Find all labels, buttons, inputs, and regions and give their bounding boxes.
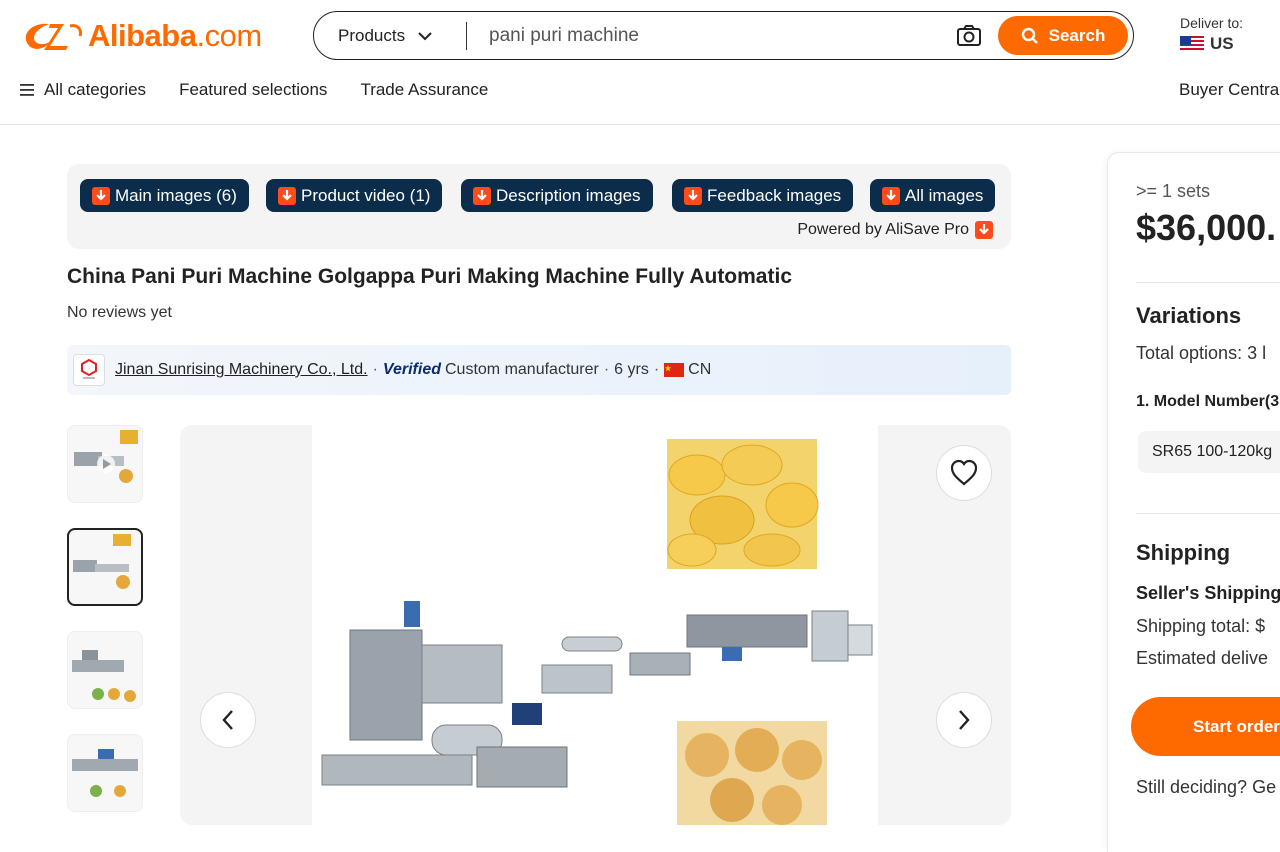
all-images-button[interactable]: All images: [870, 179, 996, 212]
feedback-images-button[interactable]: Feedback images: [672, 179, 854, 212]
main-images-button[interactable]: Main images (6): [80, 179, 249, 212]
search-category-label: Products: [338, 25, 406, 45]
product-price: $36,000.: [1136, 207, 1277, 248]
model-number-label: 1. Model Number(3: [1136, 393, 1280, 410]
download-icon: [882, 186, 900, 205]
us-flag-icon: [1180, 36, 1204, 52]
supplier-years: 6 yrs: [614, 361, 649, 378]
variation-option[interactable]: SR65 100-120kg: [1138, 431, 1280, 473]
logo-text: Alibaba.com: [88, 18, 262, 53]
chevron-down-icon: [418, 31, 432, 40]
supplier-logo[interactable]: [73, 354, 105, 386]
menu-icon: [20, 84, 34, 96]
download-icon: [684, 186, 702, 205]
deliver-to[interactable]: Deliver to: US: [1180, 15, 1243, 54]
min-order-quantity: >= 1 sets: [1136, 181, 1211, 201]
supplier-country: CN: [688, 361, 712, 378]
description-images-button[interactable]: Description images: [461, 179, 653, 212]
divider: [1136, 513, 1280, 514]
download-icon: [473, 186, 491, 205]
nav-buyer-central[interactable]: Buyer Central: [1179, 80, 1280, 100]
image-download-toolbar: Main images (6) Product video (1) Descri…: [67, 164, 1011, 249]
nav-all-categories[interactable]: All categories: [20, 80, 146, 100]
nav-featured-selections[interactable]: Featured selections: [179, 80, 327, 100]
separator-dot: ·: [653, 361, 660, 378]
alibaba-logo[interactable]: Alibaba.com: [20, 16, 262, 56]
deliver-label: Deliver to:: [1180, 15, 1244, 31]
search-icon: [1021, 27, 1038, 44]
favorite-button[interactable]: [936, 445, 992, 501]
chevron-right-icon: [959, 710, 970, 730]
thumbnail-video-preview: [74, 430, 138, 483]
main-product-image: [312, 425, 878, 825]
thumbnail-machine-image: [72, 650, 136, 702]
product-title: China Pani Puri Machine Golgappa Puri Ma…: [67, 265, 792, 288]
separator-dot: ·: [372, 361, 378, 378]
thumbnail-image-1[interactable]: [67, 425, 143, 503]
search-button-label: Search: [1048, 25, 1106, 45]
powered-by-alisave[interactable]: Powered by AliSave Pro: [797, 221, 993, 239]
shipping-title: Shipping: [1136, 540, 1231, 565]
total-options: Total options: 3 l: [1136, 343, 1267, 363]
thumbnail-machine-image: [73, 534, 131, 589]
thumbnail-machine-image: [72, 749, 138, 797]
deliver-country: US: [1180, 34, 1243, 54]
thumbnail-image-2[interactable]: [67, 528, 143, 606]
sellers-shipping: Seller's Shipping: [1136, 583, 1280, 603]
site-header: Alibaba.com Products Search Deliver to:: [0, 0, 1280, 125]
alisave-download-icon: [975, 221, 993, 239]
main-product-gallery[interactable]: [180, 425, 1011, 825]
search-input[interactable]: [467, 24, 956, 47]
heart-icon: [950, 459, 978, 486]
product-video-button[interactable]: Product video (1): [266, 179, 443, 212]
chevron-left-icon: [222, 710, 233, 730]
supplier-type: Custom manufacturer: [445, 361, 599, 378]
main-nav: All categories Featured selections Trade…: [20, 80, 521, 100]
nav-trade-assurance[interactable]: Trade Assurance: [360, 80, 488, 100]
variations-title: Variations: [1136, 303, 1242, 328]
supplier-bar: Jinan Sunrising Machinery Co., Ltd. · Ve…: [67, 345, 1011, 395]
order-panel: >= 1 sets $36,000. Variations Total opti…: [1107, 152, 1280, 852]
verified-badge[interactable]: Verified: [383, 361, 441, 379]
still-deciding-text: Still deciding? Ge: [1136, 777, 1277, 797]
product-machine-illustration: [321, 439, 873, 825]
shipping-total: Shipping total: $: [1136, 616, 1266, 636]
download-icon: [92, 186, 110, 205]
supplier-logo-icon: [81, 359, 97, 379]
gallery-next-button[interactable]: [936, 692, 992, 748]
start-order-button[interactable]: Start order: [1131, 697, 1280, 756]
supplier-name-link[interactable]: Jinan Sunrising Machinery Co., Ltd.: [115, 361, 368, 379]
search-button[interactable]: Search: [998, 16, 1128, 55]
separator-dot: ·: [603, 361, 610, 378]
alibaba-logo-icon: [25, 23, 82, 50]
estimated-delivery: Estimated delive: [1136, 648, 1269, 668]
thumbnail-image-4[interactable]: [67, 734, 143, 812]
search-bar: Products Search: [313, 11, 1134, 60]
product-reviews: No reviews yet: [67, 304, 172, 321]
search-category-dropdown[interactable]: Products: [314, 26, 466, 46]
divider: [1136, 282, 1280, 283]
china-flag-icon: [664, 363, 685, 377]
thumbnail-image-3[interactable]: [67, 631, 143, 709]
download-icon: [278, 186, 296, 205]
camera-icon[interactable]: [956, 24, 982, 48]
gallery-prev-button[interactable]: [200, 692, 256, 748]
